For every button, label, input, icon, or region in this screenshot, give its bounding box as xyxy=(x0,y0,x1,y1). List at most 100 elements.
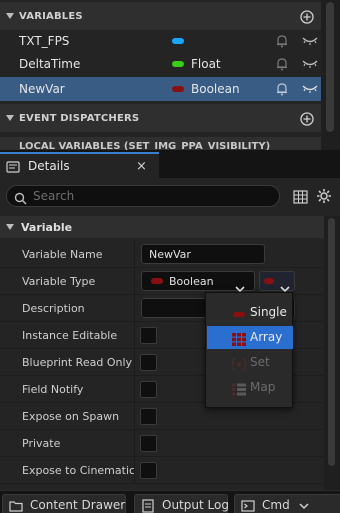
variable-type-combo[interactable]: Boolean xyxy=(141,271,255,293)
column-divider[interactable] xyxy=(134,376,135,403)
column-divider[interactable] xyxy=(134,268,135,295)
search-input[interactable] xyxy=(33,188,273,204)
variables-section-header[interactable]: VARIABLES xyxy=(0,2,321,30)
replication-bell-icon[interactable] xyxy=(276,34,288,48)
property-label: Variable Name xyxy=(22,248,103,261)
container-option-array[interactable]: Array xyxy=(207,326,293,349)
chevron-down-icon xyxy=(280,278,290,293)
option-label: Set xyxy=(250,355,270,369)
variable-row-txt-fps[interactable]: TXT_FPS xyxy=(0,29,321,53)
container-type-combo[interactable] xyxy=(259,271,295,293)
local-variables-section-header[interactable]: LOCAL VARIABLES (SET_IMG_PPA_VISIBILITY) xyxy=(0,137,321,150)
collapse-arrow-icon[interactable] xyxy=(5,12,15,20)
property-label: Description xyxy=(22,302,85,315)
variable-type-value: Boolean xyxy=(169,275,214,288)
closed-eye-icon[interactable] xyxy=(302,35,318,47)
variable-row-newvar[interactable]: NewVar Boolean xyxy=(0,77,321,101)
collapse-arrow-icon[interactable] xyxy=(5,223,15,231)
content-drawer-button[interactable]: Content Drawer xyxy=(2,494,126,513)
property-variable-type: Variable Type Boolean xyxy=(0,268,324,295)
set-braces-icon xyxy=(231,356,247,371)
property-label: Variable Type xyxy=(22,275,96,288)
instance-editable-checkbox[interactable] xyxy=(140,327,157,344)
variable-type: Boolean xyxy=(191,82,240,96)
container-option-map[interactable]: Map xyxy=(207,376,293,399)
single-container-icon xyxy=(231,306,247,319)
chevron-down-icon xyxy=(235,278,245,293)
collapse-arrow-icon[interactable] xyxy=(5,114,15,122)
variable-name: TXT_FPS xyxy=(19,34,70,48)
column-divider[interactable] xyxy=(134,295,135,322)
variable-type: Float xyxy=(191,57,221,71)
property-variable-name: Variable Name xyxy=(0,241,324,268)
column-divider[interactable] xyxy=(134,241,135,268)
property-label: Instance Editable xyxy=(22,329,118,342)
text-type-pin-icon xyxy=(172,38,184,44)
log-icon xyxy=(141,498,155,513)
folder-icon xyxy=(9,498,23,512)
column-divider[interactable] xyxy=(134,457,135,484)
blueprint-read-only-checkbox[interactable] xyxy=(140,354,157,371)
details-scrollbar[interactable] xyxy=(324,216,340,490)
float-type-pin-icon xyxy=(172,61,184,67)
property-matrix-icon[interactable] xyxy=(293,189,308,204)
property-label: Blueprint Read Only xyxy=(22,356,133,369)
column-divider[interactable] xyxy=(134,430,135,457)
event-dispatchers-section-header[interactable]: EVENT DISPATCHERS xyxy=(0,104,321,132)
column-divider[interactable] xyxy=(134,349,135,376)
property-label: Expose on Spawn xyxy=(22,410,120,423)
tab-details-label: Details xyxy=(28,159,70,173)
cmd-button[interactable]: Cmd xyxy=(234,494,340,513)
expose-on-spawn-checkbox[interactable] xyxy=(140,408,157,425)
property-label: Expose to Cinematics xyxy=(22,464,134,477)
variables-header-label: VARIABLES xyxy=(19,10,83,22)
bottom-status-bar: Content Drawer Output Log Cmd xyxy=(0,490,340,513)
variable-row-deltatime[interactable]: DeltaTime Float xyxy=(0,52,321,76)
array-grid-icon xyxy=(231,331,247,346)
variable-category-header[interactable]: Variable xyxy=(0,216,324,238)
search-icon xyxy=(14,190,27,205)
settings-gear-icon[interactable] xyxy=(316,188,332,204)
close-icon[interactable]: × xyxy=(136,159,147,174)
terminal-icon xyxy=(241,498,255,512)
variable-name: DeltaTime xyxy=(19,57,81,71)
add-event-dispatcher-icon[interactable] xyxy=(300,111,314,126)
single-container-icon xyxy=(264,278,274,284)
add-variable-icon[interactable] xyxy=(300,9,314,24)
expose-to-cinematics-checkbox[interactable] xyxy=(140,462,157,479)
cmd-label: Cmd xyxy=(262,498,290,512)
replication-bell-icon[interactable] xyxy=(276,57,288,71)
option-label: Map xyxy=(250,380,276,394)
details-panel-icon xyxy=(6,159,20,173)
my-blueprint-panel: VARIABLES TXT_FPS DeltaTime Float NewVar… xyxy=(0,0,340,150)
event-dispatchers-header-label: EVENT DISPATCHERS xyxy=(19,112,140,124)
private-checkbox[interactable] xyxy=(140,435,157,452)
boolean-type-pin-icon xyxy=(172,86,184,92)
column-divider[interactable] xyxy=(134,322,135,349)
scrollbar-thumb[interactable] xyxy=(328,218,335,466)
tab-details[interactable]: Details × xyxy=(0,152,159,178)
details-search-box[interactable] xyxy=(6,185,280,207)
column-divider[interactable] xyxy=(134,403,135,430)
replication-bell-icon[interactable] xyxy=(276,82,288,96)
boolean-type-pin-icon xyxy=(151,278,163,284)
local-variables-header-label: LOCAL VARIABLES (SET_IMG_PPA_VISIBILITY) xyxy=(19,141,271,150)
chevron-down-icon[interactable] xyxy=(298,498,312,512)
output-log-button[interactable]: Output Log xyxy=(134,494,229,513)
container-option-set[interactable]: Set xyxy=(207,351,293,374)
property-private: Private xyxy=(0,430,324,457)
variable-name: NewVar xyxy=(19,82,65,96)
option-label: Single xyxy=(250,305,287,319)
my-blueprint-scrollbar[interactable] xyxy=(321,0,340,150)
container-option-single[interactable]: Single xyxy=(207,301,293,324)
category-title: Variable xyxy=(21,220,73,234)
variable-name-field[interactable] xyxy=(141,244,265,264)
closed-eye-icon[interactable] xyxy=(302,83,318,95)
scrollbar-thumb[interactable] xyxy=(326,2,334,132)
property-label: Private xyxy=(22,437,61,450)
option-label: Array xyxy=(250,330,283,344)
content-drawer-label: Content Drawer xyxy=(30,498,126,512)
details-tab-bar: Details × xyxy=(0,150,340,178)
field-notify-checkbox[interactable] xyxy=(140,381,157,398)
closed-eye-icon[interactable] xyxy=(302,58,318,70)
